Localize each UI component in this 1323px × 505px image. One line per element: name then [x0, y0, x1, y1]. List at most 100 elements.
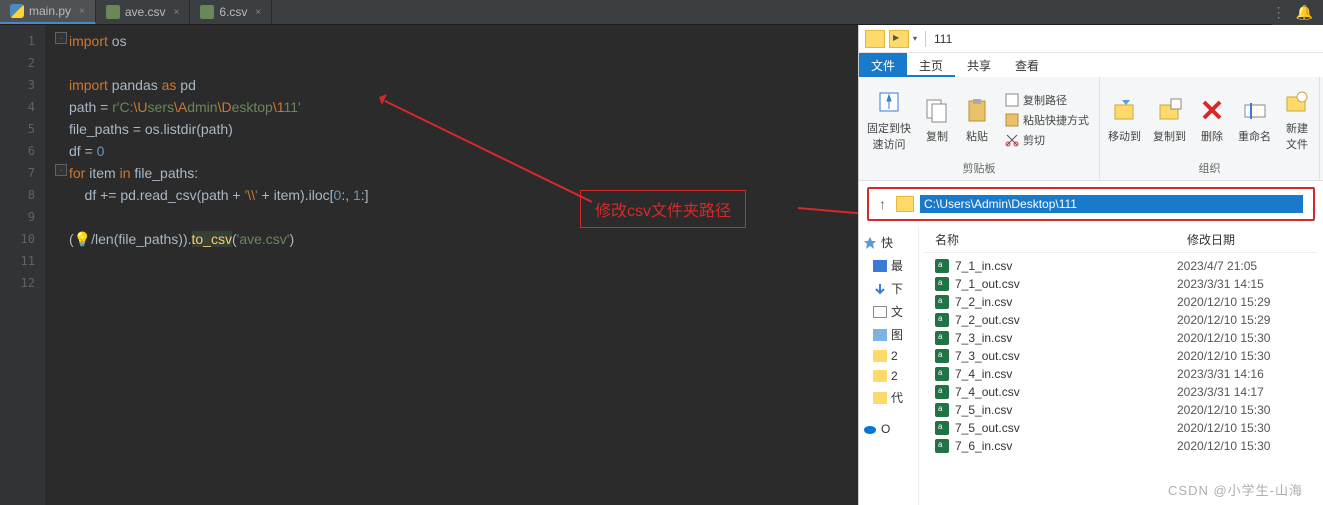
paste-icon [963, 96, 991, 124]
close-icon[interactable]: × [79, 6, 85, 17]
tab-main-py[interactable]: main.py × [0, 0, 96, 24]
lightbulb-icon[interactable]: 💡 [74, 231, 91, 247]
paste-button[interactable]: 粘贴 [957, 94, 997, 146]
tab-label: main.py [29, 4, 71, 18]
divider [925, 31, 926, 47]
files-panel[interactable]: 名称 修改日期 7_1_in.csv2023/4/7 21:057_1_out.… [919, 227, 1323, 505]
python-icon [10, 4, 24, 18]
rename-button[interactable]: 重命名 [1232, 94, 1277, 146]
up-icon[interactable]: ↑ [879, 196, 886, 212]
file-row[interactable]: 7_4_out.csv2023/3/31 14:17 [925, 383, 1317, 401]
address-path[interactable]: C:\Users\Admin\Desktop\111 [920, 195, 1303, 213]
explorer-menu: 文件 主页 共享 查看 [859, 53, 1323, 77]
file-row[interactable]: 7_2_in.csv2020/12/10 15:29 [925, 293, 1317, 311]
excel-icon [935, 421, 949, 435]
code-line: path = r'C:\Users\Admin\Desktop\111' [69, 96, 369, 118]
file-name: 7_6_in.csv [955, 439, 1177, 453]
file-row[interactable]: 7_4_in.csv2023/3/31 14:16 [925, 365, 1317, 383]
line-number: 10 [0, 228, 45, 250]
file-date: 2020/12/10 15:30 [1177, 439, 1307, 453]
excel-icon [935, 367, 949, 381]
new-folder-button[interactable]: 新建 文件 [1277, 86, 1317, 154]
fold-icon[interactable]: - [55, 164, 67, 176]
file-row[interactable]: 7_2_out.csv2020/12/10 15:29 [925, 311, 1317, 329]
sidebar-item[interactable]: 图 [861, 323, 916, 346]
file-date: 2023/3/31 14:16 [1177, 367, 1307, 381]
copyto-button[interactable]: 复制到 [1147, 94, 1192, 146]
file-row[interactable]: 7_6_in.csv2020/12/10 15:30 [925, 437, 1317, 455]
sidebar-item[interactable]: 最 [861, 254, 916, 277]
file-row[interactable]: 7_1_in.csv2023/4/7 21:05 [925, 257, 1317, 275]
sidebar-onedrive[interactable]: O [861, 419, 916, 439]
file-name: 7_2_in.csv [955, 295, 1177, 309]
line-number: 9 [0, 206, 45, 228]
annotation-text: 修改csv文件夹路径 [595, 203, 731, 220]
file-row[interactable]: 7_3_in.csv2020/12/10 15:30 [925, 329, 1317, 347]
menu-view[interactable]: 查看 [1003, 53, 1051, 77]
ribbon-group-label: 剪贴板 [963, 158, 996, 178]
tab-6-csv[interactable]: 6.csv × [190, 0, 272, 24]
folder-icon: ▶ [889, 30, 909, 48]
annotation-box: 修改csv文件夹路径 [580, 190, 746, 228]
file-date: 2020/12/10 15:29 [1177, 295, 1307, 309]
file-row[interactable]: 7_5_out.csv2020/12/10 15:30 [925, 419, 1317, 437]
rename-icon [1241, 96, 1269, 124]
delete-button[interactable]: 删除 [1192, 94, 1232, 146]
code-line: import pandas as pd [69, 74, 369, 96]
tab-ave-csv[interactable]: ave.csv × [96, 0, 191, 24]
close-icon[interactable]: × [174, 7, 180, 18]
menu-home[interactable]: 主页 [907, 53, 955, 77]
column-headers[interactable]: 名称 修改日期 [925, 227, 1317, 253]
file-name: 7_4_out.csv [955, 385, 1177, 399]
close-icon[interactable]: × [255, 7, 261, 18]
file-explorer-window: ▶ ▾ 111 文件 主页 共享 查看 固定到快 速访问 复制 粘贴 [858, 25, 1323, 505]
menu-file[interactable]: 文件 [859, 53, 907, 77]
excel-icon [935, 313, 949, 327]
watermark-text: CSDN @小学生-山海 [1168, 480, 1303, 499]
menu-share[interactable]: 共享 [955, 53, 1003, 77]
moveto-icon [1111, 96, 1139, 124]
explorer-titlebar[interactable]: ▶ ▾ 111 [859, 25, 1323, 53]
file-name: 7_1_out.csv [955, 277, 1177, 291]
excel-icon [935, 331, 949, 345]
copyto-icon [1156, 96, 1184, 124]
chevron-down-icon[interactable]: ▾ [913, 34, 917, 43]
code-line [69, 52, 369, 74]
file-row[interactable]: 7_1_out.csv2023/3/31 14:15 [925, 275, 1317, 293]
sidebar-item[interactable]: 2 [861, 346, 916, 366]
copy-button[interactable]: 复制 [917, 94, 957, 146]
code-line: (💡/len(file_paths)).to_csv('ave.csv') [69, 228, 369, 250]
line-number: 12 [0, 272, 45, 294]
fold-icon[interactable]: - [55, 32, 67, 44]
code-line: file_paths = os.listdir(path) [69, 118, 369, 140]
sidebar-quick-access[interactable]: 快 [861, 231, 916, 254]
window-controls: ⋮ 🔔 [1272, 0, 1323, 25]
file-name: 7_4_in.csv [955, 367, 1177, 381]
code-body[interactable]: - - import os import pandas as pd path =… [45, 25, 369, 505]
cut-button[interactable]: 剪切 [1001, 130, 1093, 150]
sidebar-item[interactable]: 下 [861, 277, 916, 300]
line-number: 4 [0, 96, 45, 118]
file-row[interactable]: 7_3_out.csv2020/12/10 15:30 [925, 347, 1317, 365]
file-name: 7_5_out.csv [955, 421, 1177, 435]
excel-icon [935, 277, 949, 291]
column-date[interactable]: 修改日期 [1187, 227, 1317, 252]
address-bar[interactable]: ↑ C:\Users\Admin\Desktop\111 [867, 187, 1315, 221]
column-name[interactable]: 名称 [925, 227, 1187, 252]
file-row[interactable]: 7_5_in.csv2020/12/10 15:30 [925, 401, 1317, 419]
pin-button[interactable]: 固定到快 速访问 [861, 86, 917, 154]
bell-icon[interactable]: 🔔 [1296, 4, 1313, 21]
line-number: 8 [0, 184, 45, 206]
copy-path-button[interactable]: 复制路径 [1001, 90, 1093, 110]
sidebar-item[interactable]: 代 [861, 386, 916, 409]
sidebar-item[interactable]: 文 [861, 300, 916, 323]
code-line: df += pd.read_csv(path + '\\' + item).il… [69, 184, 369, 206]
excel-icon [935, 259, 949, 273]
more-icon[interactable]: ⋮ [1272, 4, 1286, 21]
file-date: 2023/3/31 14:15 [1177, 277, 1307, 291]
paste-shortcut-button[interactable]: 粘贴快捷方式 [1001, 110, 1093, 130]
moveto-button[interactable]: 移动到 [1102, 94, 1147, 146]
tab-label: 6.csv [219, 5, 247, 19]
sidebar-item[interactable]: 2 [861, 366, 916, 386]
excel-icon [935, 385, 949, 399]
